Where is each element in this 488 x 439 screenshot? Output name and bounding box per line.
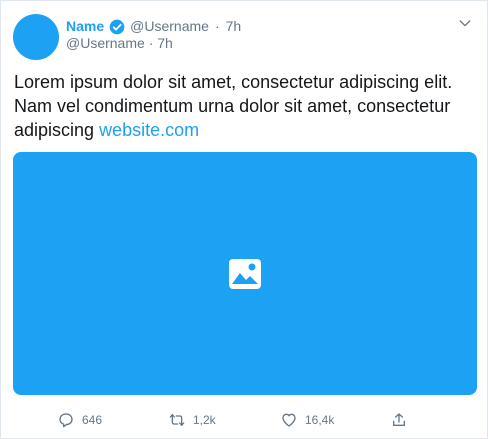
separator-dot-secondary: ·: [148, 35, 154, 51]
tweet-subheader: @Username · 7h: [66, 35, 173, 52]
tweet-card: Name @Username · 7h @Username · 7h Lorem…: [0, 0, 488, 439]
share-button[interactable]: [391, 412, 407, 428]
tweet-link[interactable]: website.com: [99, 120, 199, 140]
verified-badge-icon: [109, 19, 125, 34]
username[interactable]: @Username: [130, 18, 209, 35]
tweet-body: Lorem ipsum dolor sit amet, consectetur …: [14, 72, 453, 140]
retweet-count: 1,2k: [193, 413, 216, 427]
heart-icon: [282, 413, 296, 427]
action-bar: 646 1,2k 16,4k: [1, 412, 488, 436]
like-button[interactable]: 16,4k: [281, 412, 334, 428]
retweet-button[interactable]: 1,2k: [169, 412, 216, 428]
timestamp-secondary[interactable]: 7h: [157, 35, 173, 51]
image-icon: [229, 258, 261, 289]
tweet-header: Name @Username · 7h: [66, 18, 241, 35]
share-icon: [393, 413, 405, 426]
tweet-text: Lorem ipsum dolor sit amet, consectetur …: [14, 70, 474, 142]
retweet-icon: [169, 414, 185, 426]
separator-dot: ·: [214, 18, 220, 34]
media-placeholder[interactable]: [13, 152, 477, 395]
chevron-down-icon[interactable]: [457, 15, 473, 31]
username-secondary[interactable]: @Username: [66, 35, 145, 51]
like-count: 16,4k: [305, 413, 335, 427]
reply-icon: [59, 413, 73, 428]
reply-count: 646: [82, 413, 103, 427]
display-name[interactable]: Name: [66, 18, 104, 35]
avatar[interactable]: [13, 14, 59, 60]
timestamp[interactable]: 7h: [226, 18, 242, 35]
reply-button[interactable]: 646: [58, 412, 102, 428]
